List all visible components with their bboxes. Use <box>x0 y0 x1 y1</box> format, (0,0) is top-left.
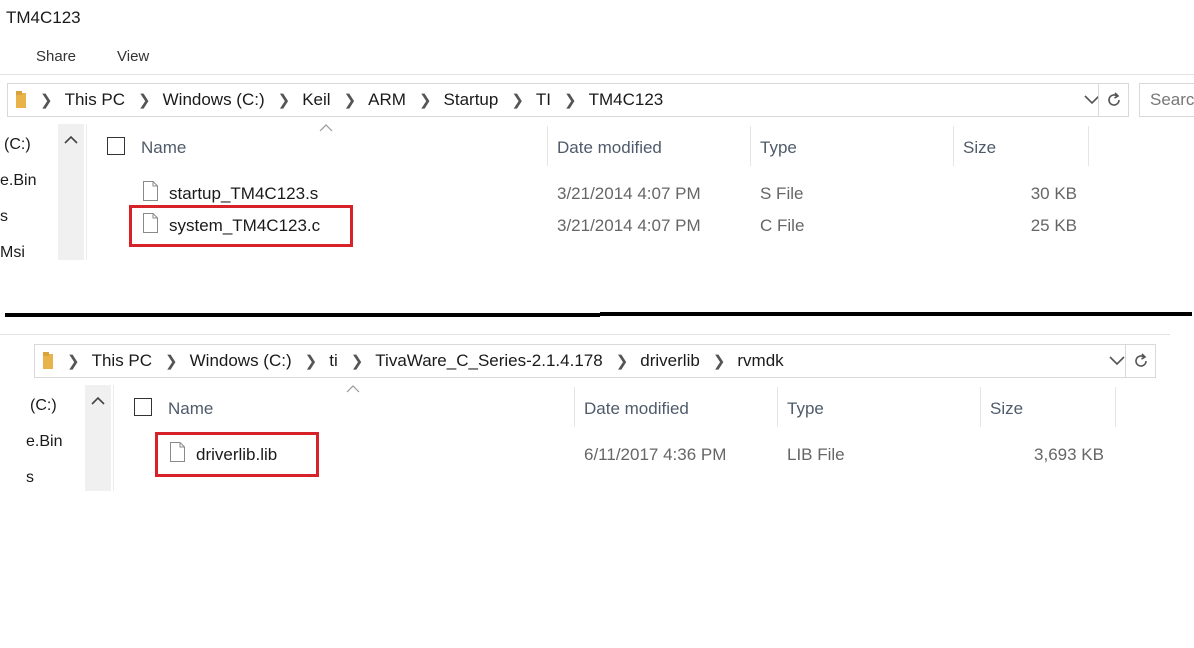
column-divider[interactable] <box>953 126 954 166</box>
file-type: S File <box>760 184 804 203</box>
column-divider[interactable] <box>1088 126 1089 166</box>
nav-item-recycle-bin[interactable]: e.Bin <box>26 433 62 451</box>
chevron-right-icon: ❯ <box>40 92 53 109</box>
window-title: TM4C123 <box>6 8 81 27</box>
breadcrumb-tivaware[interactable]: TivaWare_C_Series-2.1.4.178 <box>375 351 602 371</box>
nav-item-msi[interactable]: Msi <box>0 244 25 262</box>
section-divider <box>5 313 600 317</box>
tab-share[interactable]: Share <box>36 48 76 65</box>
chevron-right-icon[interactable]: ❯ <box>138 91 151 109</box>
breadcrumb-arm[interactable]: ARM <box>368 90 406 110</box>
file-name[interactable]: startup_TM4C123.s <box>169 184 318 204</box>
highlight-box <box>129 205 353 247</box>
breadcrumb-ti[interactable]: ti <box>329 351 338 371</box>
sort-arrow-icon <box>346 385 360 393</box>
toolbar-divider <box>0 334 1170 335</box>
tab-view[interactable]: View <box>117 48 149 65</box>
breadcrumb-windows-c[interactable]: Windows (C:) <box>190 351 292 371</box>
select-all-checkbox[interactable] <box>134 398 152 416</box>
column-divider[interactable] <box>574 387 575 427</box>
refresh-icon <box>1108 92 1120 106</box>
pane-divider <box>113 385 114 491</box>
file-size: 3,693 KB <box>1034 445 1104 464</box>
section-divider <box>600 312 1192 316</box>
sort-arrow-icon <box>319 124 333 132</box>
nav-scrollbar[interactable] <box>85 385 111 491</box>
refresh-button[interactable] <box>1125 344 1156 378</box>
file-type: LIB File <box>787 445 845 464</box>
column-header-type[interactable]: Type <box>787 399 824 419</box>
column-header-size[interactable]: Size <box>963 138 996 158</box>
file-size: 30 KB <box>1030 184 1077 203</box>
nav-item-s[interactable]: s <box>26 469 34 487</box>
chevron-right-icon[interactable]: ❯ <box>564 91 577 109</box>
column-divider[interactable] <box>1115 387 1116 427</box>
breadcrumb-driverlib[interactable]: driverlib <box>640 351 700 371</box>
column-divider[interactable] <box>980 387 981 427</box>
folder-icon <box>16 91 26 108</box>
chevron-down-icon[interactable] <box>1109 345 1125 377</box>
chevron-right-icon[interactable]: ❯ <box>351 352 364 370</box>
chevron-right-icon[interactable]: ❯ <box>305 352 318 370</box>
nav-item-recycle-bin[interactable]: e.Bin <box>0 172 36 190</box>
column-header-type[interactable]: Type <box>760 138 797 158</box>
refresh-icon <box>1135 353 1147 367</box>
column-divider[interactable] <box>750 126 751 166</box>
file-size: 25 KB <box>1030 216 1077 235</box>
chevron-right-icon[interactable]: ❯ <box>344 91 357 109</box>
nav-scrollbar[interactable] <box>58 124 84 260</box>
chevron-right-icon[interactable]: ❯ <box>713 352 726 370</box>
address-bar[interactable]: ❯ This PC ❯ Windows (C:) ❯ ti ❯ TivaWare… <box>34 344 1156 378</box>
breadcrumb-ti[interactable]: TI <box>536 90 551 110</box>
column-header-name[interactable]: Name <box>168 399 213 419</box>
breadcrumb-windows-c[interactable]: Windows (C:) <box>163 90 265 110</box>
file-icon <box>143 181 158 201</box>
file-type: C File <box>760 216 805 235</box>
file-date: 6/11/2017 4:36 PM <box>584 445 727 464</box>
select-all-checkbox[interactable] <box>107 137 125 155</box>
address-bar[interactable]: ❯ This PC ❯ Windows (C:) ❯ Keil ❯ ARM ❯ … <box>7 83 1129 117</box>
chevron-right-icon[interactable]: ❯ <box>616 352 629 370</box>
chevron-right-icon[interactable]: ❯ <box>278 91 291 109</box>
scroll-up-icon[interactable] <box>91 396 105 405</box>
nav-item-drive-c[interactable]: (C:) <box>4 136 31 154</box>
column-divider[interactable] <box>777 387 778 427</box>
pane-divider <box>86 124 87 260</box>
column-divider[interactable] <box>547 126 548 166</box>
column-header-date[interactable]: Date modified <box>584 399 689 419</box>
ribbon-divider <box>0 74 1194 75</box>
folder-icon <box>43 352 53 369</box>
file-date: 3/21/2014 4:07 PM <box>557 184 701 203</box>
column-header-date[interactable]: Date modified <box>557 138 662 158</box>
breadcrumb-keil[interactable]: Keil <box>302 90 330 110</box>
file-date: 3/21/2014 4:07 PM <box>557 216 701 235</box>
breadcrumb-tm4c123[interactable]: TM4C123 <box>589 90 664 110</box>
column-header-name[interactable]: Name <box>141 138 186 158</box>
breadcrumb-this-pc[interactable]: This PC <box>92 351 152 371</box>
breadcrumb-rvmdk[interactable]: rvmdk <box>737 351 783 371</box>
highlight-box <box>155 432 319 477</box>
search-box[interactable]: Search <box>1139 83 1194 117</box>
nav-item-drive-c[interactable]: (C:) <box>30 397 57 415</box>
scroll-up-icon[interactable] <box>64 135 78 144</box>
chevron-right-icon: ❯ <box>67 353 80 370</box>
chevron-right-icon[interactable]: ❯ <box>165 352 178 370</box>
breadcrumb: ❯ This PC ❯ Windows (C:) ❯ ti ❯ TivaWare… <box>67 345 784 377</box>
column-header-size[interactable]: Size <box>990 399 1023 419</box>
chevron-right-icon[interactable]: ❯ <box>511 91 524 109</box>
nav-item-s[interactable]: s <box>0 208 8 226</box>
breadcrumb: ❯ This PC ❯ Windows (C:) ❯ Keil ❯ ARM ❯ … <box>40 84 663 116</box>
refresh-button[interactable] <box>1098 83 1129 117</box>
chevron-right-icon[interactable]: ❯ <box>419 91 432 109</box>
breadcrumb-this-pc[interactable]: This PC <box>65 90 125 110</box>
breadcrumb-startup[interactable]: Startup <box>444 90 499 110</box>
